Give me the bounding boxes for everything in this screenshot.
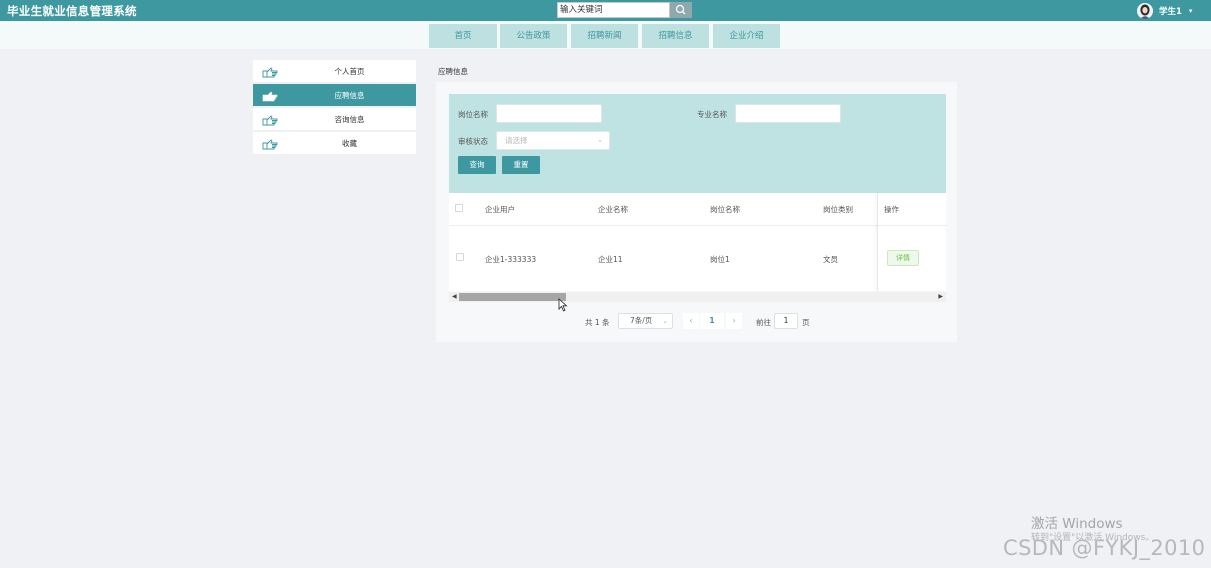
nav-item-recruit-info[interactable]: 招聘信息 bbox=[642, 24, 709, 48]
goto-label: 前往 bbox=[756, 318, 771, 327]
sidebar-item-label: 个人首页 bbox=[334, 67, 365, 76]
query-button[interactable]: 查询 bbox=[458, 156, 496, 174]
pointing-hand-icon bbox=[262, 67, 278, 78]
detail-button[interactable]: 详情 bbox=[887, 250, 919, 266]
breadcrumb: 应聘信息 bbox=[438, 67, 468, 76]
app-title: 毕业生就业信息管理系统 bbox=[7, 4, 137, 18]
column-header: 岗位类别 bbox=[823, 205, 853, 214]
scroll-right-icon[interactable]: ▶ bbox=[938, 292, 943, 302]
pointing-hand-icon bbox=[262, 139, 278, 150]
sidebar-item-label: 应聘信息 bbox=[334, 91, 365, 100]
sidebar-item-label: 收藏 bbox=[342, 139, 357, 148]
horizontal-scrollbar[interactable]: ◀ ▶ bbox=[449, 292, 946, 302]
top-bar: 毕业生就业信息管理系统 输入关键词 学生1 ▾ bbox=[0, 0, 1211, 21]
csdn-watermark: CSDN @FYKJ_2010 bbox=[1003, 536, 1206, 560]
column-header: 企业名称 bbox=[598, 205, 628, 214]
page-suffix: 页 bbox=[802, 318, 810, 327]
table-cell: 岗位1 bbox=[710, 255, 730, 264]
sidebar-item-applications[interactable]: 应聘信息 bbox=[253, 84, 416, 107]
column-header: 企业用户 bbox=[485, 205, 515, 214]
table-cell: 企业1-333333 bbox=[485, 255, 537, 264]
review-status-placeholder: 请选择 bbox=[505, 136, 528, 145]
pagination-total: 共 1 条 bbox=[585, 318, 610, 327]
prev-page-button[interactable]: ‹ bbox=[683, 313, 699, 329]
nav-item-recruit-news[interactable]: 招聘新闻 bbox=[571, 24, 638, 48]
page-size-select[interactable]: 7条/页 ⌄ bbox=[618, 313, 673, 329]
major-name-input[interactable] bbox=[735, 104, 841, 123]
chevron-down-icon: ⌄ bbox=[597, 136, 603, 144]
applications-table: 企业用户 企业名称 岗位名称 岗位类别 企业1-333333 企业11 岗位1 … bbox=[449, 193, 947, 291]
sidebar-item-favorites[interactable]: 收藏 bbox=[253, 132, 416, 155]
review-status-select[interactable]: 请选择 ⌄ bbox=[496, 131, 610, 150]
nav-item-announcements[interactable]: 公告政策 bbox=[500, 24, 567, 48]
search-input[interactable]: 输入关键词 bbox=[557, 2, 670, 18]
username: 学生1 bbox=[1159, 6, 1182, 17]
chevron-down-icon: ⌄ bbox=[662, 317, 668, 325]
page-size-value: 7条/页 bbox=[630, 316, 653, 325]
next-page-button[interactable]: › bbox=[726, 313, 742, 329]
search-button[interactable] bbox=[670, 2, 692, 18]
actions-column: 操作 详情 bbox=[877, 193, 947, 291]
table-cell: 文员 bbox=[823, 255, 838, 264]
review-status-label: 审核状态 bbox=[458, 137, 488, 146]
page-number[interactable]: 1 bbox=[700, 313, 724, 329]
goto-page-input[interactable]: 1 bbox=[774, 313, 798, 329]
position-name-input[interactable] bbox=[496, 104, 602, 123]
nav-item-company-intro[interactable]: 企业介绍 bbox=[713, 24, 780, 48]
chevron-down-icon[interactable]: ▾ bbox=[1189, 7, 1193, 15]
pointing-hand-icon bbox=[262, 115, 278, 126]
pointing-hand-icon bbox=[262, 91, 278, 102]
select-all-checkbox[interactable] bbox=[455, 204, 463, 212]
column-header: 操作 bbox=[884, 205, 899, 214]
nav-bar: 首页 公告政策 招聘新闻 招聘信息 企业介绍 bbox=[0, 21, 1211, 49]
row-checkbox[interactable] bbox=[456, 253, 464, 261]
sidebar-item-label: 咨询信息 bbox=[334, 115, 365, 124]
sidebar-item-inquiries[interactable]: 咨询信息 bbox=[253, 108, 416, 131]
divider bbox=[449, 225, 946, 226]
sidebar-item-home[interactable]: 个人首页 bbox=[253, 60, 416, 83]
avatar bbox=[1137, 2, 1153, 19]
scrollbar-thumb[interactable] bbox=[459, 293, 566, 301]
windows-activation-title: 激活 Windows bbox=[1031, 516, 1123, 532]
reset-button[interactable]: 重置 bbox=[502, 156, 540, 174]
position-name-label: 岗位名称 bbox=[458, 110, 488, 119]
filter-form: 岗位名称 专业名称 审核状态 请选择 ⌄ 查询 重置 bbox=[449, 94, 946, 193]
divider bbox=[878, 225, 947, 226]
column-header: 岗位名称 bbox=[710, 205, 740, 214]
user-menu[interactable]: 学生1 ▾ bbox=[1137, 2, 1192, 19]
mouse-cursor-icon bbox=[558, 298, 568, 312]
search-icon bbox=[675, 4, 686, 15]
nav-item-home[interactable]: 首页 bbox=[429, 24, 497, 48]
table-cell: 企业11 bbox=[598, 255, 623, 264]
scroll-left-icon[interactable]: ◀ bbox=[452, 292, 457, 302]
major-name-label: 专业名称 bbox=[697, 110, 727, 119]
